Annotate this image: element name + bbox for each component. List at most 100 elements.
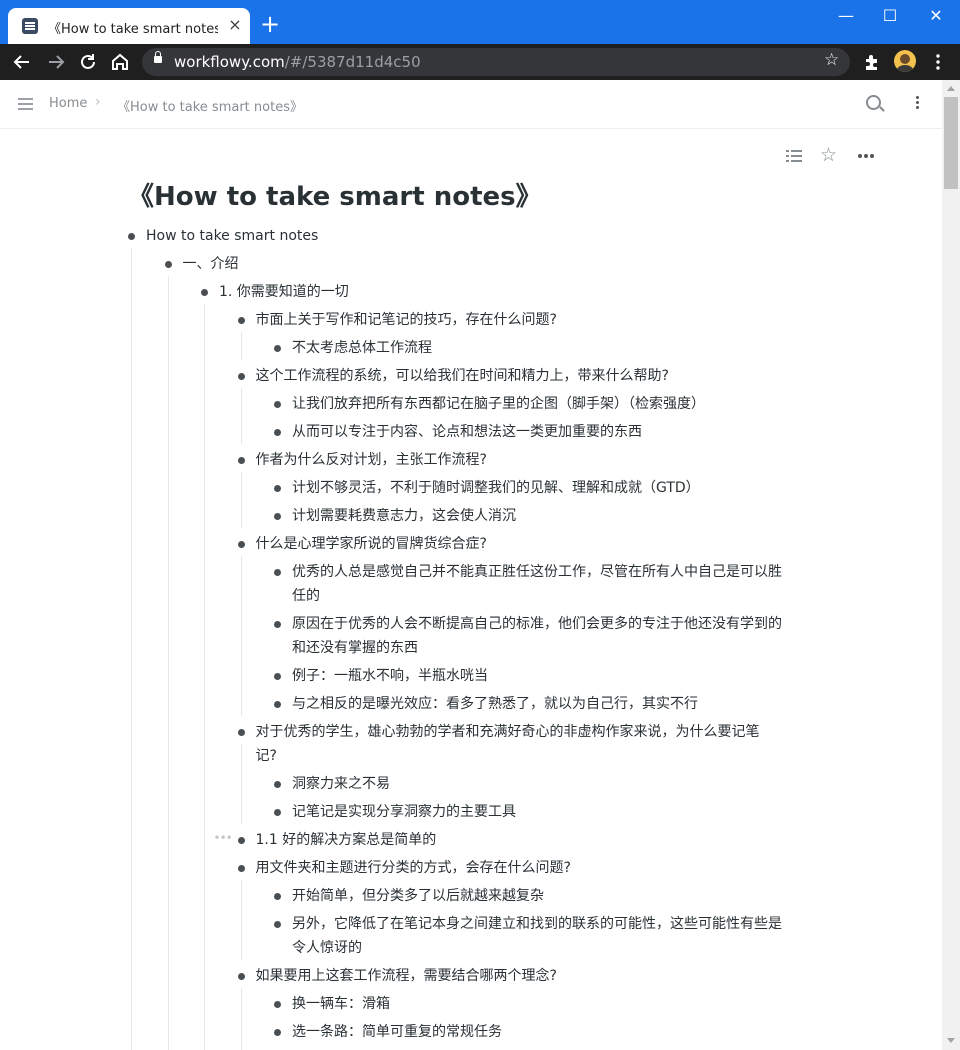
- bullet-icon[interactable]: [274, 513, 281, 520]
- browser-toolbar: workflowy.com/#/5387d11d4c50 ☆: [0, 44, 960, 80]
- outline-item[interactable]: 1. 你需要知道的一切: [219, 280, 349, 304]
- outline-item[interactable]: 让我们放弃把所有东西都记在脑子里的企图（脚手架）（检索强度）: [292, 392, 705, 416]
- bullet-icon[interactable]: [274, 429, 281, 436]
- favorite-star-icon[interactable]: ☆: [820, 144, 837, 166]
- bullet-icon[interactable]: [237, 541, 245, 548]
- outline-item[interactable]: 例子：一瓶水不响，半瓶水咣当: [292, 664, 488, 688]
- outline-item[interactable]: 市面上关于写作和记笔记的技巧，存在什么问题?: [256, 308, 557, 332]
- chrome-menu-icon[interactable]: [926, 50, 950, 74]
- page-title[interactable]: 《How to take smart notes》: [128, 176, 542, 213]
- new-tab-button[interactable]: +: [258, 12, 282, 36]
- bullet-icon[interactable]: [237, 729, 245, 736]
- scrollbar[interactable]: [942, 80, 960, 1050]
- search-icon[interactable]: [866, 95, 881, 110]
- outline-item-text: 市面上关于写作和记笔记的技巧，存在什么问题?: [255, 312, 557, 328]
- bullet-icon[interactable]: [237, 973, 245, 980]
- bullet-icon[interactable]: [237, 373, 245, 380]
- outline-item[interactable]: 这个工作流程的系统，可以给我们在时间和精力上，带来什么帮助?: [256, 364, 669, 388]
- bullet-icon[interactable]: [274, 701, 281, 708]
- outline-item[interactable]: 洞察力来之不易: [292, 772, 390, 796]
- list-view-icon[interactable]: [786, 150, 802, 162]
- outline-guide-line: [240, 880, 242, 960]
- browser-tab[interactable]: 《How to take smart notes》 - WorkFlowy ×: [8, 8, 250, 44]
- outline-item-text: 例子：一瓶水不响，半瓶水咣当: [292, 668, 488, 684]
- drag-handle-icon[interactable]: •••: [214, 831, 233, 845]
- outline-item-text: 与之相反的是曝光效应：看多了熟悉了，就以为自己行，其实不行: [292, 696, 698, 712]
- bullet-icon[interactable]: [237, 317, 245, 324]
- back-arrow-icon[interactable]: [10, 50, 34, 74]
- outline-item[interactable]: 与之相反的是曝光效应：看多了熟悉了，就以为自己行，其实不行: [292, 692, 698, 716]
- bullet-icon[interactable]: [274, 921, 281, 928]
- home-icon[interactable]: [108, 50, 132, 74]
- bullet-icon[interactable]: [274, 1001, 281, 1008]
- scroll-thumb[interactable]: [944, 97, 958, 189]
- bullet-icon[interactable]: [274, 893, 281, 900]
- bullet-icon[interactable]: [128, 233, 135, 240]
- scroll-down-arrow-icon[interactable]: [947, 1038, 955, 1043]
- minimize-button[interactable]: —: [826, 6, 866, 26]
- bullet-icon[interactable]: [164, 261, 172, 268]
- close-window-button[interactable]: ✕: [916, 6, 956, 26]
- outline-item[interactable]: 一、介绍: [183, 252, 239, 276]
- address-bar[interactable]: workflowy.com/#/5387d11d4c50 ☆: [142, 48, 850, 76]
- outline-item[interactable]: 不太考虑总体工作流程: [292, 336, 432, 360]
- bullet-icon[interactable]: [274, 809, 281, 816]
- outline-item-text: 计划需要耗费意志力，这会使人消沉: [292, 508, 516, 524]
- profile-avatar[interactable]: [894, 50, 916, 72]
- bullet-icon[interactable]: [237, 457, 245, 464]
- outline-item[interactable]: How to take smart notes: [146, 224, 318, 248]
- outline-item[interactable]: 原因在于优秀的人会不断提高自己的标准，他们会更多的专注于他还没有学到的 和还没有掌…: [292, 612, 782, 660]
- more-options-icon[interactable]: [916, 96, 919, 99]
- bookmark-star-icon[interactable]: ☆: [824, 50, 839, 70]
- outline-item-text: 从而可以专注于内容、论点和想法这一类更加重要的东西: [292, 424, 642, 440]
- outline-item-text: 什么是心理学家所说的冒牌货综合症?: [255, 536, 487, 552]
- outline-item[interactable]: 计划不够灵活，不利于随时调整我们的见解、理解和成就（GTD）: [292, 476, 700, 500]
- outline-item[interactable]: 用文件夹和主题进行分类的方式，会存在什么问题?: [256, 856, 571, 880]
- extensions-icon[interactable]: [860, 50, 884, 74]
- tab-title: 《How to take smart notes》 - WorkFlowy: [48, 22, 218, 37]
- bullet-icon[interactable]: [274, 485, 281, 492]
- hamburger-menu-icon[interactable]: [18, 98, 33, 100]
- outline-item-text: 换一辆车：滑箱: [292, 996, 390, 1012]
- maximize-button[interactable]: ☐: [870, 6, 910, 26]
- outline-item[interactable]: 开始简单，但分类多了以后就越来越复杂: [292, 884, 544, 908]
- outline-item-text: 另外，它降低了在笔记本身之间建立和找到的联系的可能性，这些可能性有些是: [292, 916, 782, 932]
- bullet-icon[interactable]: [274, 1029, 281, 1036]
- bullet-icon[interactable]: [274, 781, 281, 788]
- bullet-icon[interactable]: [274, 401, 281, 408]
- breadcrumb-current[interactable]: 《How to take smart notes》: [117, 96, 303, 115]
- bullet-icon[interactable]: [274, 621, 281, 628]
- outline-item[interactable]: 对于优秀的学生，雄心勃勃的学者和充满好奇心的非虚构作家来说，为什么要记笔 记?: [256, 720, 760, 768]
- outline-item[interactable]: 另外，它降低了在笔记本身之间建立和找到的联系的可能性，这些可能性有些是 令人惊讶的: [292, 912, 782, 960]
- outline-item[interactable]: 作者为什么反对计划，主张工作流程?: [256, 448, 487, 472]
- outline-item-text: 这个工作流程的系统，可以给我们在时间和精力上，带来什么帮助?: [255, 368, 669, 384]
- outline-item[interactable]: 如果要用上这套工作流程，需要结合哪两个理念?: [256, 964, 557, 988]
- outline-item[interactable]: 从而可以专注于内容、论点和想法这一类更加重要的东西: [292, 420, 642, 444]
- outline-item[interactable]: 优秀的人总是感觉自己并不能真正胜任这份工作，尽管在所有人中自己是可以胜 任的: [292, 560, 782, 608]
- workflowy-page: Home › 《How to take smart notes》 ☆ 《How …: [0, 80, 942, 1050]
- forward-arrow-icon[interactable]: [44, 50, 68, 74]
- page-more-icon[interactable]: [858, 154, 862, 158]
- outline-item-text-continued: 任的: [292, 588, 320, 604]
- outline-item[interactable]: 记笔记是实现分享洞察力的主要工具: [292, 800, 516, 824]
- bullet-icon[interactable]: [201, 289, 208, 296]
- tab-close-icon[interactable]: ×: [226, 16, 244, 34]
- reload-icon[interactable]: [76, 50, 100, 74]
- outline-item[interactable]: 1.1 好的解决方案总是简单的: [256, 828, 437, 852]
- bullet-icon[interactable]: [237, 837, 245, 844]
- outline-item[interactable]: 选一条路：简单可重复的常规任务: [292, 1020, 502, 1044]
- outline-item-text: 选一条路：简单可重复的常规任务: [292, 1024, 502, 1040]
- outline-guide-line: [240, 332, 242, 360]
- outline-item-text: 洞察力来之不易: [292, 776, 390, 792]
- outline-item[interactable]: 什么是心理学家所说的冒牌货综合症?: [256, 532, 487, 556]
- outline-item[interactable]: 换一辆车：滑箱: [292, 992, 390, 1016]
- browser-title-bar: 《How to take smart notes》 - WorkFlowy × …: [0, 0, 960, 44]
- bullet-icon[interactable]: [274, 673, 281, 680]
- breadcrumb-home[interactable]: Home: [49, 96, 87, 111]
- scroll-up-arrow-icon[interactable]: [947, 86, 955, 91]
- bullet-icon[interactable]: [237, 865, 245, 872]
- bullet-icon[interactable]: [274, 345, 281, 352]
- bullet-icon[interactable]: [274, 569, 281, 576]
- outline-item-text: 让我们放弃把所有东西都记在脑子里的企图（脚手架）（检索强度）: [292, 396, 705, 412]
- outline-item[interactable]: 计划需要耗费意志力，这会使人消沉: [292, 504, 516, 528]
